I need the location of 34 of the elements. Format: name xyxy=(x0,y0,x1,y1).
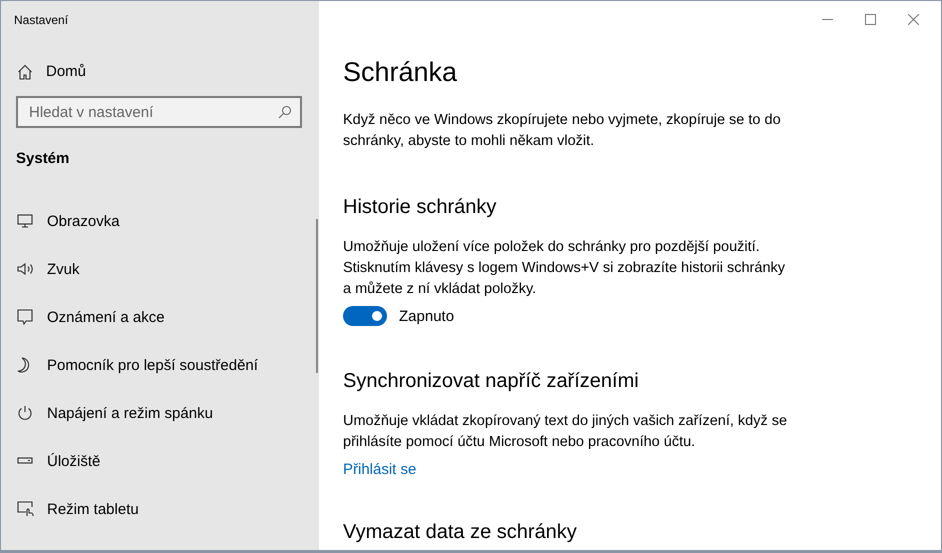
power-icon xyxy=(17,405,33,421)
speaker-icon xyxy=(17,262,35,276)
speech-bubble-icon xyxy=(17,309,33,325)
nav-item[interactable]: Oznámení a akce xyxy=(1,293,165,341)
nav-item[interactable]: Napájení a režim spánku xyxy=(1,389,213,437)
home-link[interactable]: Domů xyxy=(17,63,86,80)
toggle-switch[interactable] xyxy=(343,306,387,326)
nav-item[interactable]: Pomocník pro lepší soustředění xyxy=(1,341,258,389)
close-icon[interactable] xyxy=(908,14,919,24)
monitor-icon xyxy=(17,214,33,228)
section-heading: Systém xyxy=(16,150,70,167)
moon-icon xyxy=(17,357,31,373)
section-heading: Historie schránky xyxy=(343,196,496,219)
home-icon xyxy=(17,64,33,80)
minimize-icon[interactable] xyxy=(822,18,833,20)
sign-in-link[interactable]: Přihlásit se xyxy=(343,461,416,478)
nav-item[interactable]: Zvuk xyxy=(1,245,80,293)
search-field[interactable]: Hledat v nastavení xyxy=(16,96,302,128)
scrollbar[interactable] xyxy=(316,219,318,373)
nav-item[interactable]: Režim tabletu xyxy=(1,485,139,533)
nav-item[interactable]: Úložiště xyxy=(1,437,100,485)
section-heading: Vymazat data ze schránky xyxy=(343,521,577,544)
section-heading: Synchronizovat napříč zařízeními xyxy=(343,370,639,393)
maximize-icon[interactable] xyxy=(865,14,876,24)
nav-item[interactable]: Obrazovka xyxy=(1,197,120,245)
window-title: Nastavení xyxy=(13,12,68,29)
description-text: Umožňuje uložení více položek do schránky pro pozdější použití. Stisknutím klávesy s logem Windows+V si zobrazíte historii schránky a můžete z ní vkládat položky. xyxy=(343,238,786,299)
description-text: Když něco ve Windows zkopírujete nebo vyjmete, zkopíruje se to do schránky, abyste to mohli někam vložit. xyxy=(343,111,782,151)
search-icon xyxy=(278,105,292,119)
description-text: Umožňuje vkládat zkopírovaný text do jiných vašich zařízení, když se přihlásíte pomocí účtu Microsoft nebo pracovního účtu. xyxy=(343,412,788,452)
drive-icon xyxy=(17,457,33,465)
page-title: Schránka xyxy=(343,57,458,88)
tablet-icon xyxy=(17,501,34,517)
toggle-label: Zapnuto xyxy=(399,308,454,324)
